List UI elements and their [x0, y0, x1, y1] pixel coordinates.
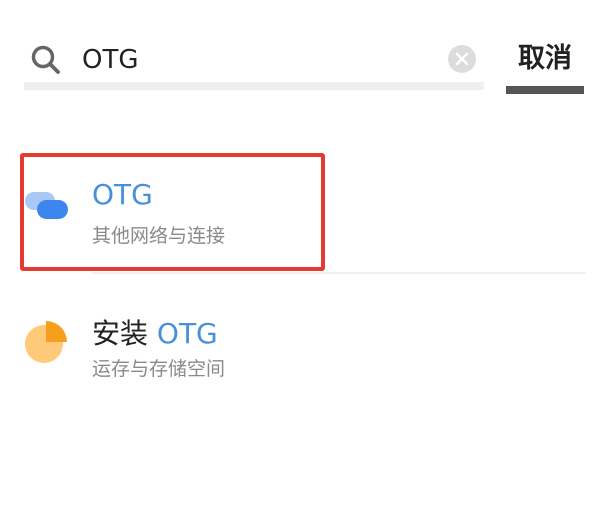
- result-subtitle: 其他网络与连接: [92, 225, 226, 247]
- search-icon: [31, 45, 60, 74]
- close-icon: [455, 52, 469, 66]
- result-subtitle: 运存与存储空间: [92, 358, 226, 380]
- search-result-item[interactable]: OTG 其他网络与连接: [0, 150, 605, 272]
- result-title-match: OTG: [92, 178, 153, 211]
- clear-search-button[interactable]: [448, 45, 476, 73]
- divider: [92, 272, 586, 274]
- cancel-button[interactable]: 取消: [506, 30, 584, 94]
- result-title-match: OTG: [156, 317, 218, 350]
- connection-icon: [25, 192, 68, 219]
- search-bar: [24, 30, 484, 90]
- search-results-page: 取消 OTG 其他网络与连接 安装 OTG 运存与存储空间: [0, 0, 605, 513]
- search-result-item[interactable]: 安装 OTG 运存与存储空间: [0, 290, 605, 390]
- storage-pie-icon: [25, 321, 67, 363]
- result-title-prefix: 安装: [92, 317, 157, 350]
- search-input[interactable]: [82, 43, 442, 77]
- result-title: 安装 OTG: [92, 312, 218, 352]
- result-title: OTG: [92, 178, 153, 211]
